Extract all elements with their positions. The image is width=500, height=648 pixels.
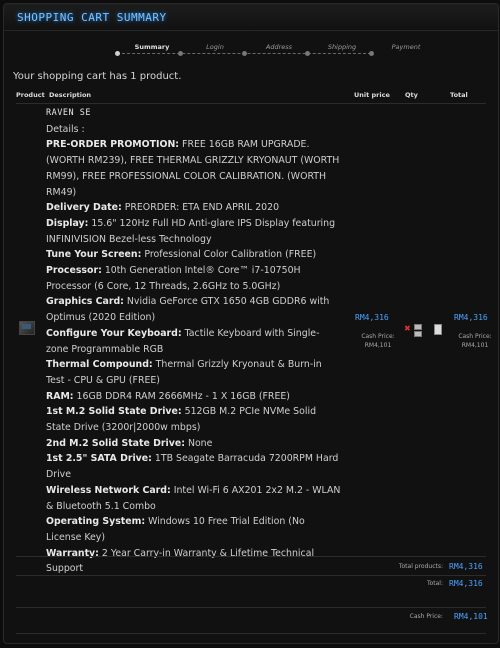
product-description: RAVEN SE Details : PRE-ORDER PROMOTION: … — [46, 106, 341, 577]
total-cash-price: RM4,101 — [461, 342, 489, 349]
spec-item: Graphics Card: Nvidia GeForce GTX 1650 4… — [46, 294, 341, 325]
step-dot — [242, 51, 247, 56]
spec-label: Thermal Compound: — [46, 359, 153, 371]
step-label: Summary — [134, 43, 170, 51]
product-thumbnail[interactable] — [19, 321, 35, 335]
spec-item: RAM: 16GB DDR4 RAM 2666MHz - 1 X 16GB (F… — [46, 389, 341, 405]
table-header: Product Description Unit price Qty Total — [16, 91, 486, 103]
checkout-steps: Summary Login Address Shipping Payment — [115, 43, 420, 62]
spec-label: Warranty: — [46, 547, 99, 559]
spec-label: RAM: — [46, 390, 74, 402]
spec-label: 2nd M.2 Solid State Drive: — [46, 437, 185, 449]
spec-label: Operating System: — [46, 516, 146, 528]
spec-item: Tune Your Screen: Professional Color Cal… — [46, 247, 341, 263]
quantity-input[interactable] — [434, 324, 442, 335]
total-price: RM4,316 — [454, 313, 488, 322]
spec-item: PRE-ORDER PROMOTION: FREE 16GB RAM UPGRA… — [46, 137, 341, 200]
cart-summary-panel: SHOPPING CART SUMMARY Summary Login Addr… — [3, 3, 499, 644]
col-description: Description — [49, 91, 92, 99]
spec-item: Delivery Date: PREORDER: ETA END APRIL 2… — [46, 200, 341, 216]
step-label: Login — [206, 43, 224, 51]
step-dot — [305, 51, 310, 56]
col-unit-price: Unit price — [354, 91, 390, 99]
product-name[interactable]: RAVEN SE — [46, 106, 341, 122]
row-divider — [16, 556, 486, 557]
total-cash-label: Cash Price: — [458, 333, 492, 340]
spec-item: Processor: 10th Generation Intel® Core™ … — [46, 263, 341, 294]
cash-total-label: Cash Price: — [409, 613, 443, 620]
row-divider — [16, 633, 486, 634]
step-dot — [115, 51, 120, 56]
total-label: Total: — [426, 580, 443, 587]
unit-cash-price: RM4,101 — [364, 342, 392, 349]
total-value: RM4,316 — [449, 579, 483, 588]
col-total: Total — [450, 91, 468, 99]
spec-item: Display: 15.6" 120Hz Full HD Anti-glare … — [46, 216, 341, 247]
spec-item: 2nd M.2 Solid State Drive: None — [46, 436, 341, 452]
spec-item: 1st 2.5" SATA Drive: 1TB Seagate Barracu… — [46, 451, 341, 482]
spec-label: 1st 2.5" SATA Drive: — [46, 453, 152, 465]
spec-label: Tune Your Screen: — [46, 249, 142, 261]
spec-item: 1st M.2 Solid State Drive: 512GB M.2 PCI… — [46, 404, 341, 435]
row-divider — [16, 575, 486, 576]
unit-price: RM4,316 — [355, 313, 389, 322]
spec-item: Thermal Compound: Thermal Grizzly Kryona… — [46, 357, 341, 388]
unit-cash-label: Cash Price: — [361, 333, 395, 340]
cart-count-message: Your shopping cart has 1 product. — [13, 71, 182, 82]
spec-label: Delivery Date: — [46, 202, 122, 214]
cash-total-value: RM4,101 — [454, 612, 488, 621]
title-bar: SHOPPING CART SUMMARY — [4, 4, 498, 31]
step-label: Address — [265, 43, 293, 51]
step-dot — [369, 51, 374, 56]
total-products-label: Total products: — [398, 563, 443, 570]
spec-item: Operating System: Windows 10 Free Trial … — [46, 514, 341, 545]
spec-value: Professional Color Calibration (FREE) — [144, 249, 317, 261]
step-label: Payment — [391, 43, 421, 51]
decrease-qty-icon[interactable] — [414, 331, 422, 337]
spec-list: PRE-ORDER PROMOTION: FREE 16GB RAM UPGRA… — [46, 137, 341, 577]
col-qty: Qty — [405, 91, 418, 99]
spec-value: PREORDER: ETA END APRIL 2020 — [124, 202, 280, 214]
spec-item: Configure Your Keyboard: Tactile Keyboar… — [46, 326, 341, 357]
spec-label: Processor: — [46, 265, 102, 277]
spec-label: Configure Your Keyboard: — [46, 327, 182, 339]
row-divider — [16, 607, 486, 608]
header-divider — [16, 103, 486, 104]
page-title: SHOPPING CART SUMMARY — [17, 11, 167, 24]
spec-label: PRE-ORDER PROMOTION: — [46, 139, 180, 151]
spec-value: 15.6" 120Hz Full HD Anti-glare IPS Displ… — [46, 217, 336, 245]
total-products-value: RM4,316 — [449, 562, 483, 571]
increase-qty-icon[interactable] — [414, 324, 422, 330]
delete-icon[interactable]: ✖ — [404, 324, 411, 333]
spec-label: Display: — [46, 217, 89, 229]
spec-item: Wireless Network Card: Intel Wi-Fi 6 AX2… — [46, 483, 341, 514]
spec-item: Warranty: 2 Year Carry-in Warranty & Lif… — [46, 546, 341, 577]
spec-label: Wireless Network Card: — [46, 484, 171, 496]
spec-value: 16GB DDR4 RAM 2666MHz - 1 X 16GB (FREE) — [76, 390, 290, 402]
step-dot — [178, 51, 183, 56]
spec-label: Graphics Card: — [46, 296, 124, 308]
col-product: Product — [16, 91, 45, 99]
spec-value: None — [187, 437, 213, 449]
details-label: Details : — [46, 123, 85, 135]
spec-label: 1st M.2 Solid State Drive: — [46, 406, 182, 418]
step-label: Shipping — [327, 43, 357, 51]
